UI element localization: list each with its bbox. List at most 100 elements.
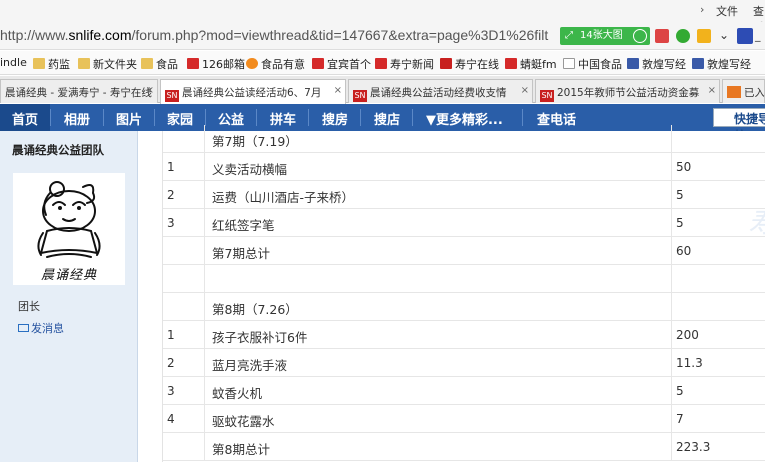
url-host: snlife.com: [68, 27, 132, 43]
bookmark-item[interactable]: 敦煌写经: [627, 56, 686, 72]
cell-amount: [672, 265, 765, 293]
cell-item: 第8期（7.26）: [205, 293, 672, 321]
cell-amount: 60: [676, 244, 692, 258]
nav-divider: [154, 109, 155, 126]
page-icon: [563, 58, 575, 69]
post-content: 晨诵经典公益团队 晨诵经典 团长 发消息 第7期（7.19） 1 义卖活动横幅 …: [0, 125, 765, 462]
cell-amount: [672, 293, 765, 321]
nav-divider: [256, 109, 257, 126]
bookmark-item[interactable]: indle: [0, 56, 27, 69]
table-row: 3 蚊香火机 5: [163, 377, 765, 405]
bookmark-item[interactable]: 寿宁新闻: [375, 56, 434, 72]
sn-icon: SN: [353, 90, 367, 102]
bookmark-label: 中国食品: [578, 58, 622, 71]
close-icon[interactable]: ×: [708, 85, 716, 96]
cell-no: 1: [163, 321, 205, 349]
bookmark-label: 药监: [48, 58, 70, 71]
bookmark-item[interactable]: 药监: [33, 56, 70, 72]
refresh-icon[interactable]: [676, 29, 690, 43]
expense-table: 寿宁在线 第7期（7.19） 1 义卖活动横幅 50 2 运费（山川酒店-子来桥…: [162, 125, 765, 462]
table-row: 2 运费（山川酒店-子来桥） 5: [163, 181, 765, 209]
cell-amount: 5: [676, 384, 684, 398]
bookmarks-bar: indle 药监 新文件夹 食品 126邮箱 食品有意 宜宾首个 寿宁新闻 寿宁…: [0, 51, 765, 75]
cell-item: [205, 265, 672, 293]
browser-tab[interactable]: 晨诵经典 - 爱满寿宁 - 寿宁在线 ×: [0, 79, 158, 103]
url-field[interactable]: http://www.snlife.com/forum.php?mod=view…: [0, 27, 548, 43]
big-picture-button[interactable]: ⤢ 14张大图: [560, 27, 650, 45]
envelope-icon: [18, 324, 29, 332]
table-row: 第8期总计 223.3: [163, 433, 765, 461]
tab-bar: 晨诵经典 - 爱满寿宁 - 寿宁在线 × SN 晨诵经典公益读经活动6、7月 × …: [0, 76, 765, 104]
expand-icon: ⤢: [565, 30, 573, 41]
nav-divider: [412, 109, 413, 126]
cloud-icon: [633, 29, 647, 43]
cell-amount: 5: [676, 188, 684, 202]
bookmark-label: indle: [0, 56, 27, 69]
cell-item: 第7期（7.19）: [205, 125, 672, 153]
close-icon[interactable]: ×: [334, 85, 342, 96]
nav-divider: [103, 109, 104, 126]
nav-home[interactable]: 首页: [12, 109, 38, 128]
cell-no: 3: [163, 209, 205, 237]
chevron-down-icon[interactable]: ⌄: [719, 28, 729, 42]
bookmark-item[interactable]: 宜宾首个: [312, 56, 371, 72]
baidu-search-icon[interactable]: [737, 28, 753, 44]
bookmark-label: 126邮箱: [202, 58, 245, 71]
cell-amount: 7: [676, 412, 684, 426]
mail-icon: [187, 58, 199, 69]
chevron-right-icon[interactable]: ›: [700, 3, 704, 16]
bookmark-label: 食品: [156, 58, 178, 71]
bookmark-item[interactable]: 敦煌写经: [692, 56, 751, 72]
bookmark-label: 敦煌写经: [642, 58, 686, 71]
cell-item: 红纸签字笔: [205, 209, 672, 237]
browser-tab[interactable]: 已入: [722, 79, 765, 103]
tab-label: 晨诵经典公益活动经费收支情: [370, 87, 507, 99]
table-row: 1 义卖活动横幅 50: [163, 153, 765, 181]
cell-item: 孩子衣服补订6件: [205, 321, 672, 349]
menu-file[interactable]: 文件: [716, 3, 738, 19]
browser-tab[interactable]: SN 2015年教师节公益活动资金募 ×: [535, 79, 720, 103]
bookmark-item[interactable]: 新文件夹: [78, 56, 137, 72]
table-row: 3 红纸签字笔 5: [163, 209, 765, 237]
search-engine-label: _: [755, 29, 761, 42]
bookmark-item[interactable]: 蜻蜓fm: [505, 56, 557, 72]
nav-album[interactable]: 相册: [64, 109, 90, 128]
nav-divider: [308, 109, 309, 126]
bookmark-item[interactable]: 126邮箱: [187, 56, 245, 72]
cell-no: 2: [163, 349, 205, 377]
browser-tab[interactable]: SN 晨诵经典公益活动经费收支情 ×: [348, 79, 533, 103]
cell-no: [163, 433, 205, 461]
cell-item: 蚊香火机: [205, 377, 672, 405]
browser-tab-active[interactable]: SN 晨诵经典公益读经活动6、7月 ×: [160, 79, 346, 104]
close-icon[interactable]: ×: [146, 85, 154, 96]
smile-icon: [246, 58, 258, 69]
nav-pictures[interactable]: 图片: [116, 109, 142, 128]
avatar[interactable]: 晨诵经典: [13, 173, 125, 285]
tab-label: 已入: [744, 87, 765, 99]
table-row: 2 蓝月亮洗手液 11.3: [163, 349, 765, 377]
send-message-link[interactable]: 发消息: [18, 320, 64, 336]
big-picture-label: 14张大图: [580, 30, 623, 41]
send-message-label: 发消息: [31, 322, 64, 335]
cell-no: 2: [163, 181, 205, 209]
bookmark-item[interactable]: 中国食品: [563, 56, 622, 72]
sn-icon: SN: [165, 90, 179, 102]
menu-bar: › 文件 查看: [0, 0, 765, 34]
table-row: 第8期（7.26）: [163, 293, 765, 321]
bookmark-item[interactable]: 寿宁在线: [440, 56, 499, 72]
cell-amount: 5: [676, 216, 684, 230]
tab-label: 2015年教师节公益活动资金募: [557, 87, 700, 99]
bookmark-label: 寿宁在线: [455, 58, 499, 71]
nav-divider: [360, 109, 361, 126]
cell-amount: 223.3: [676, 440, 711, 454]
author-name[interactable]: 晨诵经典公益团队: [12, 142, 104, 158]
bookmark-item[interactable]: 食品有意: [246, 56, 305, 72]
cell-no: [163, 237, 205, 265]
bookmark-item[interactable]: 食品: [141, 56, 178, 72]
nav-divider: [522, 109, 523, 126]
bolt-icon[interactable]: [697, 29, 711, 43]
screenshot-icon[interactable]: [655, 29, 669, 43]
table-row: 第7期（7.19）: [163, 125, 765, 153]
user-role: 团长: [18, 300, 40, 313]
close-icon[interactable]: ×: [521, 85, 529, 96]
